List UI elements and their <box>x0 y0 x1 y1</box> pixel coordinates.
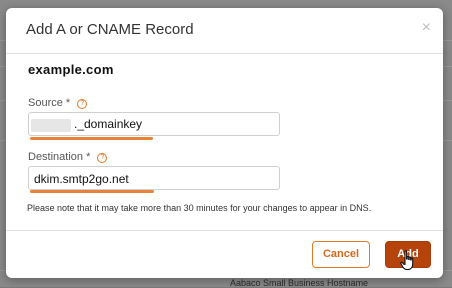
source-input-value: ._domainkey <box>74 117 143 131</box>
source-highlight-underline <box>30 137 153 140</box>
add-record-dialog: Add A or CNAME Record × example.com Sour… <box>6 8 443 278</box>
source-label-text: Source * <box>28 97 71 109</box>
help-icon[interactable]: ? <box>77 99 88 109</box>
cancel-button[interactable]: Cancel <box>312 241 370 268</box>
dialog-title: Add A or CNAME Record <box>26 21 194 38</box>
destination-input-value: dkim.smtp2go.net <box>34 172 129 186</box>
dialog-header: Add A or CNAME Record × <box>6 8 443 54</box>
close-icon[interactable]: × <box>422 19 431 37</box>
destination-label-text: Destination * <box>28 151 91 163</box>
help-icon[interactable]: ? <box>97 153 108 163</box>
hand-cursor-icon <box>400 250 414 270</box>
destination-label: Destination *? <box>28 151 108 163</box>
propagation-note: Please note that it may take more than 3… <box>27 203 372 213</box>
source-label: Source *? <box>28 97 88 109</box>
domain-name: example.com <box>28 62 114 77</box>
redacted-subdomain <box>31 119 71 132</box>
dialog-footer-divider <box>6 230 443 231</box>
destination-highlight-underline <box>30 190 154 193</box>
